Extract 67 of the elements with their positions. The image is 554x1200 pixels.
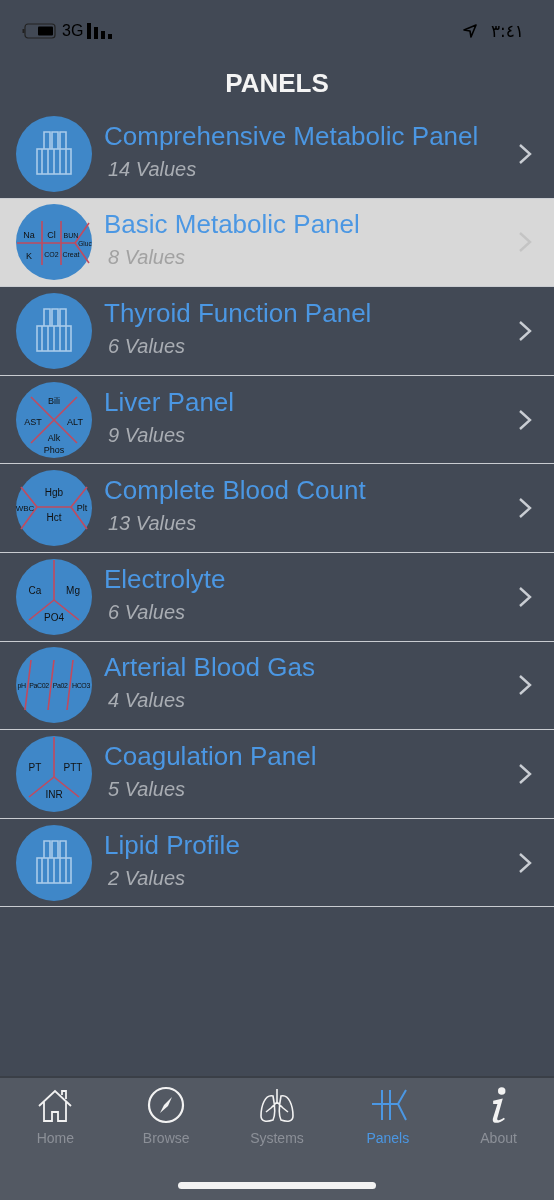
panel-name: Arterial Blood Gas [104,652,316,684]
test-tube-rack-icon [15,114,93,193]
analyte-label: ALT [67,416,83,427]
analyte-label: Hct [46,512,62,524]
panel-name: Comprehensive Metabolic Panel [104,120,480,152]
chevron-icon [518,585,532,608]
clock-time: ٣:٤١ [490,21,524,41]
tab-item[interactable]: About [448,1086,549,1146]
analyte-label: WBC [15,504,35,514]
chevron-icon [518,497,532,520]
analyte-label: Cl [47,230,56,241]
tab-item[interactable]: Systems [227,1086,327,1146]
panel-name: Thyroid Function Panel [104,298,373,329]
analyte-label: Ca [28,584,42,596]
panel-row[interactable]: PT PTT INR Coagulation Panel 5 Values [0,730,554,819]
value-count: 13 Values [107,512,198,536]
analyte-label: Mg [66,584,80,596]
battery-icon [22,22,58,40]
test-tube-rack-icon [15,292,93,370]
tab-item[interactable]: Browse [116,1086,217,1146]
panel-row[interactable]: Lipid Profile 2 Values [0,818,554,908]
panel-name: Electrolyte [104,563,227,595]
value-count: 5 Values [107,777,187,801]
value-count: 6 Values [107,335,187,358]
location-arrow-icon [462,24,477,38]
value-count: 14 Values [107,157,198,181]
value-count: 2 Values [107,866,187,890]
tab-item[interactable]: Home [5,1086,106,1146]
signal-icon [87,23,114,39]
info-icon [491,1086,507,1124]
network-type: 3G [62,22,84,40]
compass-icon [146,1086,187,1124]
analyte-label: PT [28,761,42,773]
analyte-label: Na [23,230,35,241]
value-count: 6 Values [107,600,187,624]
panel-name: Lipid Profile [104,829,241,861]
panel-row[interactable]: Bili AST ALT Alk Phos Liver Panel 9 Values [0,375,554,465]
chevron-icon [518,320,532,342]
analyte-label: AST [24,416,42,427]
chevron-icon [518,762,532,785]
panel-row[interactable]: Ca Mg PO4 Electrolyte 6 Values [0,552,554,642]
tab-item[interactable]: Panels [337,1086,438,1146]
analyte-label: K [26,251,32,262]
panel-row[interactable]: Comprehensive Metabolic Panel 14 Values [0,110,554,199]
analyte-label: Alk [47,432,61,443]
analyte-label: INR [45,788,63,800]
chevron-icon [518,851,532,874]
panel-row[interactable]: Thyroid Function Panel 6 Values [0,287,554,376]
panel-row[interactable]: Hgb WBC Hct Plt Complete Blood Count 13 Values [0,464,554,553]
analyte-label: Phos [43,444,65,455]
lungs-icon [257,1086,297,1124]
analyte-label: Hgb [44,487,64,499]
analyte-label: Bili [48,395,60,406]
test-tube-rack-icon [15,823,93,902]
analyte-label: PO4 [44,611,64,623]
chevron-icon [518,142,532,165]
panel-name: Basic Metabolic Panel [104,209,361,241]
screen-title: PANELS [224,67,330,100]
panel-name: Coagulation Panel [104,740,318,772]
analyte-label: Plt [76,503,88,514]
analyte-label: PTT [63,761,83,773]
chevron-icon [518,674,532,697]
panel-name: Complete Blood Count [104,475,367,507]
value-count: 9 Values [107,423,187,447]
chevron-icon [518,408,532,431]
value-count: 4 Values [107,689,187,713]
panel-name: Liver Panel [104,386,236,418]
